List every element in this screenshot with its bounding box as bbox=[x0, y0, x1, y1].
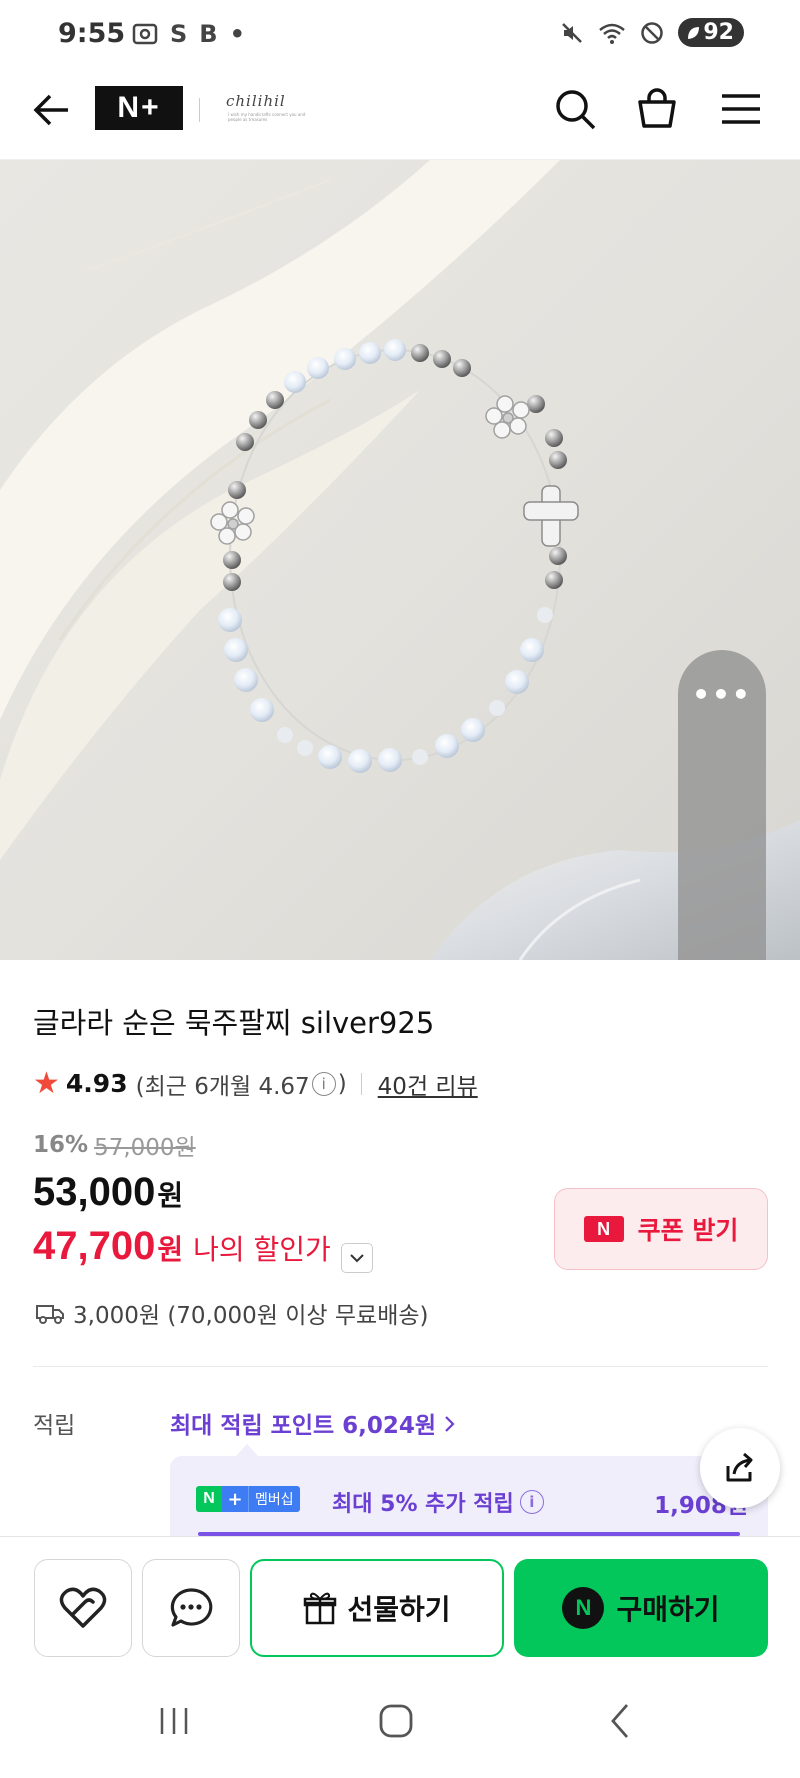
my-price-unit: 원 bbox=[157, 1233, 184, 1266]
share-button[interactable] bbox=[700, 1428, 780, 1508]
original-price: 57,000원 bbox=[94, 1135, 196, 1161]
points-tooltip-arrow bbox=[236, 1444, 258, 1456]
search-icon bbox=[556, 90, 596, 130]
membership-description: 최대 5% 추가 적립 i bbox=[332, 1486, 546, 1518]
screenshot-icon bbox=[132, 23, 158, 45]
status-time: 9:55 bbox=[58, 18, 126, 49]
share-icon bbox=[726, 1452, 753, 1482]
home-button[interactable] bbox=[366, 1698, 426, 1744]
back-chevron-icon bbox=[611, 1704, 629, 1738]
points-label: 적립 bbox=[33, 1413, 76, 1439]
buy-button[interactable]: N 구매하기 bbox=[514, 1559, 768, 1657]
info-icon[interactable]: i bbox=[311, 1071, 336, 1096]
my-discount-price: 47,700 원 나의 할인가 bbox=[33, 1224, 373, 1273]
chat-bubble-icon bbox=[170, 1588, 213, 1627]
app-header: N+ chilihil I wish my handicrafts connec… bbox=[0, 64, 800, 160]
more-options-icon[interactable]: ••• bbox=[678, 678, 766, 711]
status-notification-icons: S B • bbox=[132, 20, 245, 48]
purchase-action-bar: 선물하기 N 구매하기 bbox=[0, 1536, 800, 1664]
menu-button[interactable] bbox=[718, 86, 764, 132]
hamburger-menu-icon bbox=[722, 94, 760, 124]
sale-price-unit: 원 bbox=[157, 1179, 184, 1212]
wishlist-button[interactable] bbox=[34, 1559, 132, 1657]
rating-divider bbox=[360, 1072, 362, 1095]
system-back-button[interactable] bbox=[590, 1698, 650, 1744]
home-icon bbox=[379, 1704, 413, 1738]
do-not-disturb-icon bbox=[641, 21, 664, 44]
dot-icon: • bbox=[229, 20, 245, 48]
back-arrow-icon bbox=[33, 94, 68, 126]
buy-label: 구매하기 bbox=[616, 1593, 720, 1626]
battery-level: 92 bbox=[703, 20, 734, 45]
shipping-info: 3,000원 (70,000원 이상 무료배송) bbox=[35, 1296, 428, 1330]
chevron-down-icon bbox=[350, 1254, 364, 1263]
membership-n: N bbox=[196, 1486, 222, 1512]
price-detail-toggle[interactable] bbox=[340, 1243, 373, 1273]
sale-price-value: 53,000 bbox=[33, 1170, 156, 1214]
membership-plus: + bbox=[222, 1486, 248, 1512]
my-price-value: 47,700 bbox=[33, 1224, 156, 1268]
heart-icon bbox=[59, 1587, 107, 1628]
search-button[interactable] bbox=[552, 86, 598, 132]
logo-divider bbox=[199, 98, 200, 122]
naver-pay-icon: N bbox=[562, 1587, 605, 1629]
wifi-icon bbox=[599, 23, 626, 44]
shipping-text: 3,000원 (70,000원 이상 무료배송) bbox=[73, 1303, 429, 1329]
info-icon[interactable]: i bbox=[519, 1490, 544, 1514]
talk-button[interactable] bbox=[142, 1559, 240, 1657]
battery-indicator: 92 bbox=[678, 18, 744, 47]
product-title: 글라라 순은 묵주팔찌 silver925 bbox=[33, 1006, 435, 1040]
max-points-text: 최대 적립 포인트 6,024원 bbox=[170, 1413, 437, 1439]
coupon-label: 쿠폰 받기 bbox=[637, 1216, 739, 1245]
back-button[interactable] bbox=[30, 88, 74, 132]
cart-button[interactable] bbox=[634, 86, 680, 132]
brand-logo[interactable]: chilihil bbox=[226, 92, 286, 110]
brand-tagline: I wish my handicrafts connect you and pe… bbox=[228, 112, 306, 122]
leaf-icon bbox=[688, 26, 700, 39]
discount-percent: 16% bbox=[33, 1132, 89, 1158]
naver-n-icon: N bbox=[583, 1216, 624, 1242]
membership-points-box: N + 멤버십 최대 5% 추가 적립 i 1,908원 bbox=[170, 1456, 768, 1536]
delivery-truck-icon bbox=[36, 1305, 64, 1324]
membership-badge: N + 멤버십 bbox=[196, 1486, 300, 1512]
product-image[interactable]: ••• ♪ bbox=[0, 160, 800, 960]
membership-text: 멤버십 bbox=[248, 1486, 300, 1512]
gift-icon bbox=[304, 1592, 337, 1625]
recent-rating-close: ) bbox=[337, 1070, 347, 1097]
sale-price: 53,000 원 bbox=[33, 1170, 183, 1215]
shopping-bag-icon bbox=[638, 88, 676, 128]
floating-panel: ••• ♪ bbox=[678, 650, 766, 960]
rating-row: ★ 4.93 (최근 6개월 4.67 i ) 40건 리뷰 bbox=[33, 1066, 478, 1101]
system-nav-bar bbox=[0, 1664, 800, 1778]
nplus-logo[interactable]: N+ bbox=[95, 86, 183, 130]
samsung-s-icon: S bbox=[170, 20, 188, 48]
star-icon: ★ bbox=[33, 1066, 60, 1101]
coupon-button[interactable]: N 쿠폰 받기 bbox=[554, 1188, 768, 1270]
recent-apps-icon bbox=[160, 1708, 188, 1734]
status-bar: 9:55 S B • 92 bbox=[0, 0, 800, 64]
recent-apps-button[interactable] bbox=[144, 1698, 204, 1744]
blog-b-icon: B bbox=[199, 20, 218, 48]
recent-rating: (최근 6개월 4.67 bbox=[135, 1073, 310, 1100]
status-system-icons: 92 bbox=[560, 18, 744, 47]
max-points-link[interactable]: 최대 적립 포인트 6,024원 bbox=[170, 1406, 456, 1440]
section-divider bbox=[33, 1366, 768, 1367]
gift-label: 선물하기 bbox=[347, 1593, 451, 1626]
review-count-link[interactable]: 40건 리뷰 bbox=[378, 1067, 478, 1101]
mute-icon bbox=[562, 22, 583, 43]
membership-desc-text: 최대 5% 추가 적립 bbox=[332, 1492, 514, 1517]
discount-row: 16% 57,000원 bbox=[33, 1128, 196, 1162]
gift-button[interactable]: 선물하기 bbox=[250, 1559, 504, 1657]
my-price-label: 나의 할인가 bbox=[193, 1233, 331, 1266]
chevron-right-icon bbox=[445, 1416, 455, 1432]
rating-score: 4.93 bbox=[65, 1069, 128, 1098]
